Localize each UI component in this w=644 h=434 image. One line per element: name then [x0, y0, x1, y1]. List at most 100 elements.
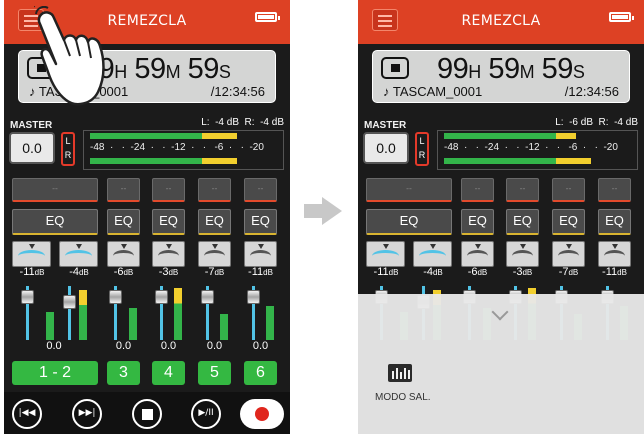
battery-icon — [609, 12, 634, 22]
channel-select-3[interactable]: -- — [152, 178, 185, 202]
pan-knob-5[interactable] — [198, 241, 231, 267]
meter-scale: -48 · · -24 · · -12 · · -6 · · -20 — [444, 142, 618, 153]
gain-5: -7dB — [204, 266, 225, 278]
master-label: MASTER — [364, 120, 407, 131]
lr-indicator: L R — [61, 132, 75, 166]
title-bar: REMEZCLA — [358, 0, 644, 44]
master-section: MASTER 0.0 L R L: -6 dB R: -4 dB -48 · ·… — [358, 112, 644, 174]
rewind-icon[interactable]: |◀◀ — [12, 399, 42, 429]
channel-select-1[interactable]: -- — [12, 178, 98, 202]
play-pause-icon[interactable]: ▶/II — [191, 399, 221, 429]
eq-button-4[interactable]: EQ — [506, 209, 539, 235]
stop-icon[interactable] — [132, 399, 162, 429]
pan-knob-2[interactable] — [59, 241, 98, 267]
channel-select-2[interactable]: -- — [461, 178, 494, 202]
pan-knob-4[interactable] — [506, 241, 539, 267]
channel-5-button[interactable]: 5 — [198, 361, 231, 385]
gain-2: -4dB — [69, 266, 89, 278]
gain-4: -3dB — [158, 266, 179, 278]
channel-meter-3 — [129, 308, 137, 340]
channel-1-2-button[interactable]: 1 - 2 — [12, 361, 98, 385]
pan-knob-5[interactable] — [552, 241, 585, 267]
master-level-value[interactable]: 0.0 — [9, 132, 55, 164]
minutes-unit: M — [519, 62, 535, 82]
pan-knob-6[interactable] — [244, 241, 277, 267]
channel-meter-6 — [266, 306, 274, 340]
minutes-value: 59 — [488, 53, 520, 85]
fader-knob-4[interactable] — [155, 290, 168, 304]
fast-forward-icon[interactable]: ▶▶| — [72, 399, 102, 429]
hours-unit: H — [468, 62, 481, 82]
fader-knob-3[interactable] — [109, 290, 122, 304]
file-name: ♪ TASCAM_0001 — [383, 84, 483, 99]
fader-knob-6[interactable] — [247, 290, 260, 304]
eq-button-3[interactable]: EQ — [461, 209, 494, 235]
channel-select-4[interactable]: -- — [198, 178, 231, 202]
eq-button-4[interactable]: EQ — [152, 209, 185, 235]
meter-r-yellow — [202, 158, 237, 164]
mixer-screen-before: REMEZCLA 99H 59M 59S ♪ TASCAM_0001 /12:3… — [4, 0, 290, 434]
pan-knob-1[interactable] — [12, 241, 51, 267]
mixer-screen-after: REMEZCLA 99H 59M 59S ♪ TASCAM_0001 /12:3… — [358, 0, 644, 434]
gain-4: -3dB — [512, 266, 533, 278]
channel-select-5[interactable]: -- — [598, 178, 631, 202]
master-db-readout: L: -4 dB R: -4 dB — [201, 117, 284, 128]
seconds-value: 59 — [541, 53, 574, 85]
eq-button-3[interactable]: EQ — [107, 209, 140, 235]
fader-knob-5[interactable] — [201, 290, 214, 304]
meter-scale: -48 · · -24 · · -12 · · -6 · · -20 — [90, 142, 264, 153]
master-db-readout: L: -6 dB R: -4 dB — [555, 117, 638, 128]
fader-value-3: 0.0 — [115, 340, 132, 352]
eq-button-6[interactable]: EQ — [598, 209, 631, 235]
pan-knob-3[interactable] — [107, 241, 140, 267]
channel-select-5[interactable]: -- — [244, 178, 277, 202]
meter-r-green — [444, 158, 556, 164]
channel-select-4[interactable]: -- — [552, 178, 585, 202]
meter-l-yellow — [556, 133, 576, 139]
time-counter: 99H 59M 59S ♪ TASCAM_0001 /12:34:56 — [372, 50, 630, 103]
chevron-down-icon[interactable] — [491, 303, 509, 321]
meter-r-yellow — [556, 158, 591, 164]
fader-knob-2[interactable] — [63, 295, 76, 309]
comparison-stage: REMEZCLA 99H 59M 59S ♪ TASCAM_0001 /12:3… — [0, 0, 644, 434]
eq-button-6[interactable]: EQ — [244, 209, 277, 235]
pan-knob-1[interactable] — [366, 241, 405, 267]
pan-knob-6[interactable] — [598, 241, 631, 267]
gain-3: -6dB — [113, 266, 134, 278]
master-level-value[interactable]: 0.0 — [363, 132, 409, 164]
record-icon[interactable] — [240, 399, 284, 429]
meter-l-green — [90, 133, 202, 139]
master-label: MASTER — [10, 120, 53, 131]
eq-button-5[interactable]: EQ — [198, 209, 231, 235]
channel-meter-4 — [174, 288, 182, 340]
seconds-unit: S — [572, 62, 585, 82]
meter-l-green — [444, 133, 556, 139]
eq-button-5[interactable]: EQ — [552, 209, 585, 235]
transport-bar: |◀◀ ▶▶| ▶/II — [4, 392, 290, 434]
meter-l-yellow — [202, 133, 237, 139]
channel-select-2[interactable]: -- — [107, 178, 140, 202]
pan-knob-4[interactable] — [152, 241, 185, 267]
remaining-time: /12:34:56 — [210, 84, 265, 99]
channel-4-button[interactable]: 4 — [152, 361, 185, 385]
meter-r-green — [90, 158, 202, 164]
eq-button-1-2[interactable]: EQ — [366, 209, 452, 235]
transition-arrow-icon — [304, 197, 342, 225]
battery-icon — [255, 12, 280, 22]
eq-button-1-2[interactable]: EQ — [12, 209, 98, 235]
channel-6-button[interactable]: 6 — [244, 361, 277, 385]
pan-knob-2[interactable] — [413, 241, 452, 267]
channel-select-1[interactable]: -- — [366, 178, 452, 202]
gain-6: -11dB — [602, 266, 627, 278]
output-mode-icon[interactable] — [388, 364, 412, 382]
pointing-hand-icon — [34, 6, 105, 106]
fader-knob-1[interactable] — [21, 290, 34, 304]
lr-indicator: L R — [415, 132, 429, 166]
pan-knob-3[interactable] — [461, 241, 494, 267]
channel-select-3[interactable]: -- — [506, 178, 539, 202]
channel-3-button[interactable]: 3 — [107, 361, 140, 385]
output-mode-label[interactable]: MODO SAL. — [375, 392, 431, 403]
elapsed-time: 99H 59M 59S — [437, 53, 585, 86]
remaining-time: /12:34:56 — [564, 84, 619, 99]
hours-value: 99 — [437, 53, 469, 85]
